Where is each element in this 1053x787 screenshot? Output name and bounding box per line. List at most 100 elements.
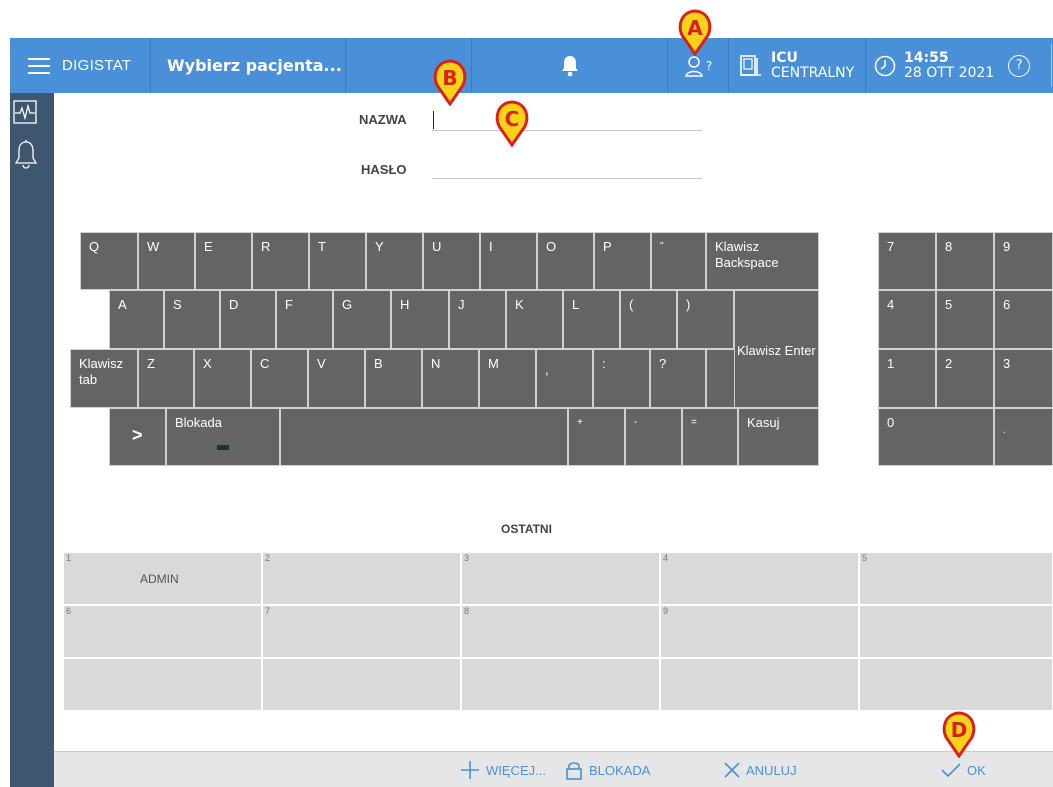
recent-user-cell[interactable]: 7 <box>262 605 461 658</box>
recent-user-cell[interactable]: 5 <box>859 552 1053 605</box>
bottom-bar: WIĘCEJ... BLOKADA ANULUJ OK <box>54 751 1053 787</box>
key-close-paren[interactable]: ) <box>677 290 734 349</box>
key-x[interactable]: X <box>194 349 251 408</box>
key-w[interactable]: W <box>138 232 195 290</box>
ward-location: CENTRALNY <box>771 64 855 81</box>
numpad-6[interactable]: 6 <box>994 290 1053 349</box>
recent-user-cell[interactable]: 8 <box>461 605 660 658</box>
cell-number: 7 <box>265 606 271 616</box>
key-plus[interactable]: + <box>568 408 625 466</box>
recent-user-cell[interactable]: 9 <box>660 605 859 658</box>
recent-user-cell[interactable]: 6 <box>63 605 262 658</box>
key-t[interactable]: T <box>309 232 366 290</box>
key-b[interactable]: B <box>365 349 422 408</box>
marker-d-letter: D <box>951 718 968 742</box>
recent-user-cell[interactable]: 1 ADMIN <box>63 552 262 605</box>
key-tab[interactable]: Klawisz tab <box>70 349 138 408</box>
key-r[interactable]: R <box>252 232 309 290</box>
key-y[interactable]: Y <box>366 232 423 290</box>
lock-button[interactable]: BLOKADA <box>565 752 650 787</box>
key-comma[interactable]: , <box>536 349 593 408</box>
key-j[interactable]: J <box>449 290 506 349</box>
recent-user-cell[interactable]: 3 <box>461 552 660 605</box>
password-field[interactable] <box>432 178 702 179</box>
ward-name: ICU <box>771 49 798 66</box>
cell-number: 2 <box>265 553 271 563</box>
key-p[interactable]: P <box>594 232 651 290</box>
patient-selector[interactable]: Wybierz pacjenta... <box>151 38 346 93</box>
padlock-icon <box>566 762 582 780</box>
cell-number: 6 <box>66 606 72 616</box>
alarm-button[interactable] <box>472 38 668 93</box>
sidebar-item-monitor[interactable] <box>10 100 54 140</box>
key-e[interactable]: E <box>195 232 252 290</box>
name-field[interactable] <box>432 130 702 131</box>
key-minus[interactable]: - <box>625 408 682 466</box>
key-expand[interactable]: > <box>109 408 166 466</box>
clock-area: 14:55 28 OTT 2021 ? <box>866 38 1053 93</box>
key-enter[interactable]: Klawisz Enter <box>734 290 819 408</box>
key-f[interactable]: F <box>276 290 333 349</box>
password-label: HASŁO <box>361 162 407 177</box>
recent-user-cell[interactable] <box>859 605 1053 658</box>
clock-date: 28 OTT 2021 <box>904 64 995 81</box>
recent-user-cell[interactable] <box>461 658 660 711</box>
bell-icon <box>14 140 38 169</box>
key-z[interactable]: Z <box>138 349 194 408</box>
numpad-9[interactable]: 9 <box>994 232 1053 290</box>
close-icon <box>724 762 740 778</box>
name-label: NAZWA <box>359 112 407 127</box>
numpad-2[interactable]: 2 <box>936 349 994 408</box>
ward-selector[interactable]: ICU CENTRALNY <box>729 38 866 93</box>
numpad-5[interactable]: 5 <box>936 290 994 349</box>
key-n[interactable]: N <box>422 349 479 408</box>
key-g[interactable]: G <box>333 290 391 349</box>
numpad-3[interactable]: 3 <box>994 349 1053 408</box>
key-colon[interactable]: : <box>593 349 650 408</box>
recent-user-cell[interactable]: 2 <box>262 552 461 605</box>
key-equals[interactable]: = <box>682 408 738 466</box>
key-l[interactable]: L <box>563 290 620 349</box>
recent-user-cell[interactable] <box>262 658 461 711</box>
key-i[interactable]: I <box>480 232 537 290</box>
numpad-decimal[interactable]: . <box>994 408 1053 466</box>
key-open-paren[interactable]: ( <box>620 290 677 349</box>
numpad-0[interactable]: 0 <box>878 408 994 466</box>
key-v[interactable]: V <box>308 349 365 408</box>
numpad-7[interactable]: 7 <box>878 232 936 290</box>
recent-user-cell[interactable] <box>660 658 859 711</box>
more-button[interactable]: WIĘCEJ... <box>460 752 546 787</box>
key-m[interactable]: M <box>479 349 536 408</box>
key-lock[interactable]: Blokada <box>166 408 280 466</box>
key-question[interactable]: ? <box>650 349 706 408</box>
key-space[interactable] <box>280 408 568 466</box>
numpad-8[interactable]: 8 <box>936 232 994 290</box>
key-s[interactable]: S <box>164 290 220 349</box>
sidebar-item-alarms[interactable] <box>10 139 54 179</box>
help-button[interactable]: ? <box>1008 54 1031 77</box>
key-backspace[interactable]: Klawisz Backspace <box>706 232 819 290</box>
numpad-4[interactable]: 4 <box>878 290 936 349</box>
key-h[interactable]: H <box>391 290 449 349</box>
key-c[interactable]: C <box>251 349 308 408</box>
login-screen: DIGISTAT Wybierz pacjenta... ? ICU CENTR… <box>0 0 1053 787</box>
main-menu-button[interactable]: DIGISTAT <box>10 38 151 93</box>
key-o[interactable]: O <box>537 232 594 290</box>
cell-number: 8 <box>464 606 470 616</box>
recent-user-cell[interactable] <box>859 658 1053 711</box>
key-u[interactable]: U <box>423 232 480 290</box>
key-k[interactable]: K <box>506 290 563 349</box>
recent-user-cell[interactable] <box>63 658 262 711</box>
lock-indicator <box>217 445 229 450</box>
recent-user-cell[interactable]: 4 <box>660 552 859 605</box>
key-a[interactable]: A <box>109 290 164 349</box>
numpad-1[interactable]: 1 <box>878 349 936 408</box>
marker-a-letter: A <box>687 16 703 40</box>
key-clear[interactable]: Kasuj <box>738 408 819 466</box>
key-quote[interactable]: " <box>651 232 706 290</box>
cell-number: 1 <box>66 553 72 563</box>
key-q[interactable]: Q <box>80 232 138 290</box>
cancel-button[interactable]: ANULUJ <box>724 752 797 787</box>
key-d[interactable]: D <box>220 290 276 349</box>
key-enter-extension[interactable] <box>706 349 734 408</box>
